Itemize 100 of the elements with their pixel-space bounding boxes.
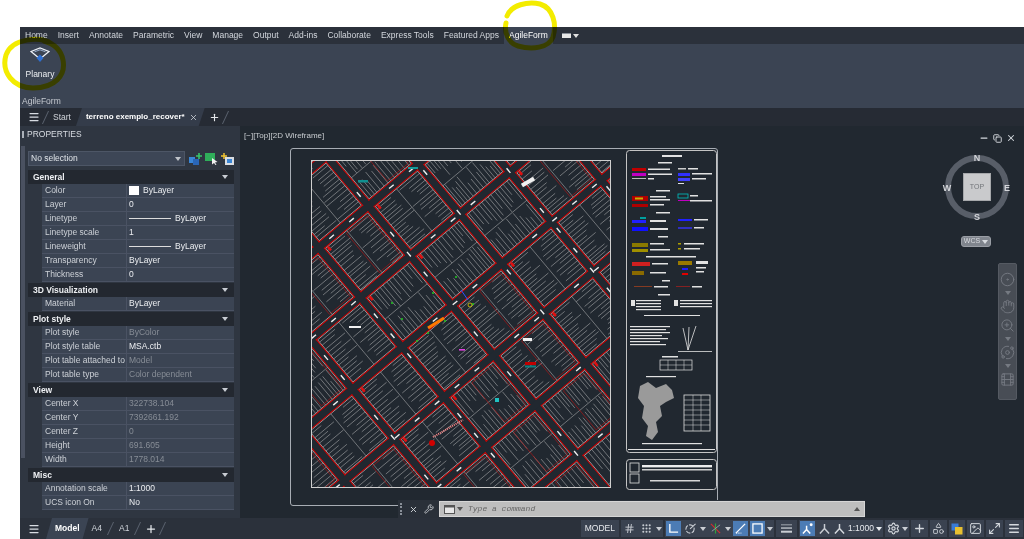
terminal-icon[interactable] [444,504,455,514]
settings-icon[interactable] [887,522,900,535]
command-line-field[interactable]: Type a command [439,501,865,517]
section-header[interactable]: Plot style [28,312,234,326]
property-value: Model [129,354,153,367]
close-icon[interactable] [1006,133,1016,143]
ribbon-tab[interactable]: Parametric [128,27,180,44]
compass-ring[interactable] [943,153,1011,221]
tripod-icon[interactable] [834,523,845,534]
property-cell[interactable]: 1 [127,226,234,240]
annotation-monitor-button[interactable] [800,521,815,536]
cursor-rect-icon[interactable] [205,152,218,165]
caret-icon[interactable] [767,526,773,531]
caret-icon[interactable] [854,507,860,511]
property-cell[interactable]: ByLayer [127,184,234,198]
wrench-icon[interactable] [424,504,434,514]
layered-diamond-icon [30,47,50,63]
snap-button[interactable] [639,521,654,536]
selection-dropdown[interactable]: No selection [28,151,185,166]
compass-label[interactable]: E [1004,183,1010,193]
autoscale-button[interactable] [817,521,832,536]
polar-button[interactable] [683,521,698,536]
property-value: 1 [129,226,134,239]
property-label: Material [42,297,127,311]
caret-icon[interactable] [725,526,731,531]
property-value: 322738.104 [129,397,174,410]
property-label: UCS icon On [42,496,127,510]
restore-icon[interactable] [993,133,1002,143]
compass-label[interactable]: N [973,153,981,163]
property-cell[interactable]: ByLayer [127,212,234,226]
ribbon-tab[interactable]: Annotate [83,27,128,44]
section-header[interactable]: Misc [28,468,234,482]
isodraft-button[interactable] [708,521,723,536]
object-snap-button[interactable] [750,521,765,536]
ribbon-tab[interactable]: Output [248,27,284,44]
plus-icon[interactable] [208,111,220,123]
ribbon-tab[interactable]: Manage [207,27,249,44]
layout-tab[interactable]: A1 [115,518,133,539]
property-value: 0 [129,425,134,438]
grid-button[interactable] [622,521,637,536]
compass-label[interactable]: S [974,212,980,222]
property-cell[interactable]: 0 [127,198,234,212]
section-header[interactable]: View [28,383,234,397]
ribbon-tab[interactable]: Add-ins [283,27,323,44]
close-icon[interactable] [409,504,418,514]
property-cell[interactable]: ByLayer [127,254,234,268]
viewport-control[interactable]: [−] [244,131,254,141]
diagonal-line-icon [735,523,746,534]
compass-label[interactable]: W [942,183,952,193]
ribbon-tab[interactable]: Express Tools [375,27,439,44]
file-tab[interactable]: Start [51,108,73,126]
squares-plus-icon[interactable] [189,152,202,165]
section-header[interactable]: General [28,170,234,184]
viewport-control[interactable]: [Top] [253,131,271,141]
ribbon-tab[interactable]: Home [20,27,53,44]
ribbon-tab[interactable]: Collaborate [322,27,376,44]
property-label: Center Y [42,411,127,425]
property-value: 7392661.192 [129,411,179,424]
caret-icon [457,507,463,511]
caret-icon[interactable] [656,526,662,531]
plus-icon[interactable] [145,522,158,535]
ribbon-button[interactable]: Planary [21,46,59,79]
property-cell[interactable]: 1:1000 [127,482,234,496]
property-value: ByLayer [129,297,161,310]
property-cell[interactable]: No [127,496,234,510]
ortho-button[interactable] [666,521,681,536]
property-cell[interactable]: MSA.ctb [127,340,234,354]
property-value: 0 [129,268,134,281]
property-value: ByColor [129,326,160,339]
grip-icon[interactable] [400,503,403,515]
layout-tab[interactable]: Model [46,518,89,539]
model-space-button[interactable]: MODEL [582,521,617,536]
property-cell[interactable]: ByLayer [127,240,234,254]
caret-icon[interactable] [902,526,908,531]
caret-icon[interactable] [700,526,706,531]
property-label: Linetype [42,212,127,226]
section-header[interactable]: 3D Visualization [28,283,234,297]
right-angle-icon [668,523,679,534]
line-sample-icon [129,246,171,247]
property-value: ByLayer [143,184,175,197]
property-value: ByLayer [175,212,207,225]
property-cell[interactable]: ByLayer [127,297,234,311]
property-label: Plot table attached to [42,354,127,368]
viewport-control[interactable]: [2D Wireframe] [270,131,325,141]
ribbon-tab[interactable]: View [179,27,208,44]
property-label: Annotation scale [42,482,127,496]
menu-icon[interactable] [28,111,40,123]
annotation-scale-button[interactable]: 1:1000 [848,522,882,535]
ribbon-tab[interactable]: Insert [52,27,84,44]
property-value: Color dependent [129,368,192,381]
command-input[interactable]: Type a command [468,503,852,515]
caret-icon [572,33,579,38]
property-cell[interactable]: 0 [127,268,234,282]
layout-tab[interactable]: A4 [88,518,105,539]
close-icon[interactable] [188,112,198,122]
menu-icon[interactable] [28,522,40,535]
property-label: Center Z [42,425,127,439]
ribbon-tab[interactable]: Featured Apps [438,27,504,44]
file-tab[interactable]: terreno exemplo_recover* [75,108,205,126]
box-plus-icon[interactable] [221,152,234,165]
